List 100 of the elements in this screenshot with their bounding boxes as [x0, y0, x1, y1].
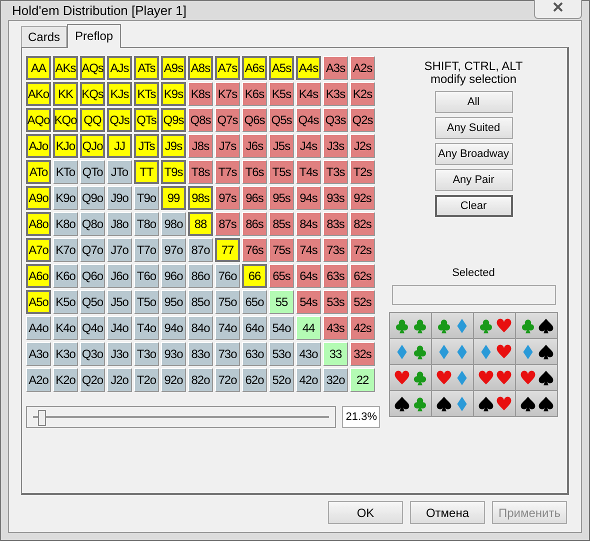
hand-cell[interactable]: Q8s	[188, 108, 213, 132]
hand-cell[interactable]: 93o	[161, 342, 186, 366]
hand-cell[interactable]: 92o	[161, 368, 186, 392]
suit-combo-button[interactable]	[432, 391, 473, 416]
hand-cell[interactable]: 74o	[215, 316, 240, 340]
hand-cell[interactable]: Q5o	[80, 290, 105, 314]
hand-cell[interactable]: 82o	[188, 368, 213, 392]
hand-cell[interactable]: 32s	[350, 342, 375, 366]
hand-cell[interactable]: J7o	[107, 238, 132, 262]
hand-cell[interactable]: A2o	[26, 368, 51, 392]
slider-thumb[interactable]	[38, 410, 46, 426]
hand-cell[interactable]: 54o	[269, 316, 294, 340]
hand-cell[interactable]: T9o	[134, 186, 159, 210]
hand-cell[interactable]: Q7o	[80, 238, 105, 262]
hand-cell[interactable]: A8o	[26, 212, 51, 236]
hand-cell[interactable]: T8o	[134, 212, 159, 236]
hand-cell[interactable]: K7s	[215, 82, 240, 106]
hand-cell[interactable]: K5o	[53, 290, 78, 314]
hand-cell[interactable]: K9o	[53, 186, 78, 210]
hand-cell[interactable]: A4s	[296, 56, 321, 80]
hand-cell[interactable]: 62o	[242, 368, 267, 392]
hand-cell[interactable]: 98s	[188, 186, 213, 210]
hand-cell[interactable]: 82s	[350, 212, 375, 236]
hand-cell[interactable]: Q5s	[269, 108, 294, 132]
hand-cell[interactable]: ATo	[26, 160, 51, 184]
hand-cell[interactable]: K3s	[323, 82, 348, 106]
hand-cell[interactable]: 32o	[323, 368, 348, 392]
select-button[interactable]: Clear	[434, 195, 512, 217]
hand-cell[interactable]: 33	[323, 342, 348, 366]
hand-cell[interactable]: JJ	[107, 134, 132, 158]
hand-cell[interactable]: K3o	[53, 342, 78, 366]
hand-cell[interactable]: J4s	[296, 134, 321, 158]
hand-cell[interactable]: 52s	[350, 290, 375, 314]
hand-cell[interactable]: 93s	[323, 186, 348, 210]
hand-cell[interactable]: Q6o	[80, 264, 105, 288]
hand-cell[interactable]: 64s	[296, 264, 321, 288]
hand-cell[interactable]: 44	[296, 316, 321, 340]
hand-cell[interactable]: Q2o	[80, 368, 105, 392]
hand-cell[interactable]: JTs	[134, 134, 159, 158]
hand-cell[interactable]: 22	[350, 368, 375, 392]
hand-cell[interactable]: 72s	[350, 238, 375, 262]
hand-cell[interactable]: JTo	[107, 160, 132, 184]
hand-cell[interactable]: AQo	[26, 108, 51, 132]
hand-cell[interactable]: K4o	[53, 316, 78, 340]
hand-cell[interactable]: 53s	[323, 290, 348, 314]
hand-cell[interactable]: 87s	[215, 212, 240, 236]
hand-cell[interactable]: T6o	[134, 264, 159, 288]
hand-cell[interactable]: 94s	[296, 186, 321, 210]
hand-cell[interactable]: J8s	[188, 134, 213, 158]
tab[interactable]: Cards	[21, 26, 68, 47]
hand-cell[interactable]: K8s	[188, 82, 213, 106]
hand-cell[interactable]: 63o	[242, 342, 267, 366]
hand-cell[interactable]: J9s	[161, 134, 186, 158]
hand-cell[interactable]: K9s	[161, 82, 186, 106]
hand-cell[interactable]: 83o	[188, 342, 213, 366]
select-button[interactable]: Any Pair	[434, 169, 512, 191]
hand-cell[interactable]: J3o	[107, 342, 132, 366]
hand-cell[interactable]: T6s	[242, 160, 267, 184]
hand-cell[interactable]: AKo	[26, 82, 51, 106]
hand-cell[interactable]: 84s	[296, 212, 321, 236]
close-button[interactable]	[534, 0, 582, 18]
hand-cell[interactable]: AA	[26, 56, 51, 80]
hand-cell[interactable]: 85o	[188, 290, 213, 314]
hand-cell[interactable]: Q9s	[161, 108, 186, 132]
hand-cell[interactable]: A7o	[26, 238, 51, 262]
hand-cell[interactable]: 65o	[242, 290, 267, 314]
hand-cell[interactable]: K6s	[242, 82, 267, 106]
hand-cell[interactable]: T4o	[134, 316, 159, 340]
hand-cell[interactable]: 95s	[269, 186, 294, 210]
hand-cell[interactable]: 98o	[161, 212, 186, 236]
hand-cell[interactable]: 83s	[323, 212, 348, 236]
hand-cell[interactable]: 66	[242, 264, 267, 288]
hand-cell[interactable]: 96s	[242, 186, 267, 210]
hand-cell[interactable]: 42o	[296, 368, 321, 392]
hand-cell[interactable]: T7s	[215, 160, 240, 184]
hand-cell[interactable]: AQs	[80, 56, 105, 80]
hand-cell[interactable]: 92s	[350, 186, 375, 210]
hand-cell[interactable]: AJo	[26, 134, 51, 158]
selected-field[interactable]	[392, 285, 556, 305]
hand-cell[interactable]: A9o	[26, 186, 51, 210]
hand-cell[interactable]: T2s	[350, 160, 375, 184]
hand-cell[interactable]: AKs	[53, 56, 78, 80]
select-button[interactable]: Any Suited	[434, 117, 512, 139]
hand-cell[interactable]: K5s	[269, 82, 294, 106]
hand-cell[interactable]: KQs	[80, 82, 105, 106]
hand-cell[interactable]: KK	[53, 82, 78, 106]
hand-cell[interactable]: A3s	[323, 56, 348, 80]
hand-cell[interactable]: 63s	[323, 264, 348, 288]
hand-cell[interactable]: A9s	[161, 56, 186, 80]
hand-cell[interactable]: J3s	[323, 134, 348, 158]
hand-cell[interactable]: AJs	[107, 56, 132, 80]
hand-cell[interactable]: ATs	[134, 56, 159, 80]
select-button[interactable]: All	[434, 91, 512, 113]
hand-cell[interactable]: TT	[134, 160, 159, 184]
hand-cell[interactable]: A5s	[269, 56, 294, 80]
hand-cell[interactable]: Q6s	[242, 108, 267, 132]
hand-cell[interactable]: J5o	[107, 290, 132, 314]
hand-cell[interactable]: 88	[188, 212, 213, 236]
hand-cell[interactable]: K8o	[53, 212, 78, 236]
select-button[interactable]: Any Broadway	[434, 143, 512, 165]
